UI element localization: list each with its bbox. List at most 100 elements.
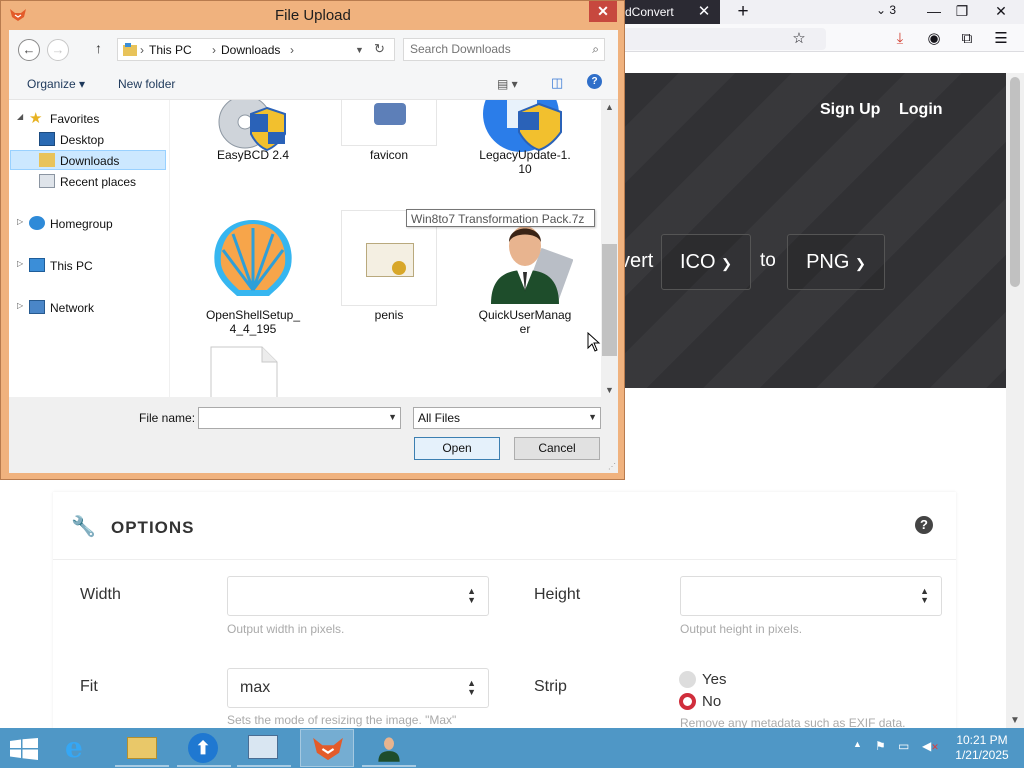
chevron-down-icon: ❯	[855, 256, 866, 271]
download-icon[interactable]: ⤓	[889, 28, 911, 50]
expand-closed-icon[interactable]: ▷	[17, 259, 23, 268]
view-options-icon[interactable]: ▤ ▾	[497, 77, 518, 91]
scroll-down-icon[interactable]: ▼	[601, 385, 618, 395]
file-item-legacyupdate[interactable]: LegacyUpdate-1. 10	[462, 100, 588, 176]
file-item-easybcd[interactable]: EasyBCD 2.4	[190, 100, 316, 176]
select-arrows-icon: ▲ ▼	[467, 678, 476, 697]
page-scrollbar-thumb[interactable]	[1010, 77, 1020, 287]
nav-homegroup[interactable]: ▷ Homegroup	[17, 214, 167, 234]
resize-grip-icon[interactable]: ⋰	[608, 462, 616, 471]
strip-no-radio[interactable]	[679, 693, 696, 710]
preview-pane-icon[interactable]: ◫	[551, 75, 563, 91]
file-name-area: File name: ▼ All Files ▼ Open Cancel ⋰	[9, 397, 618, 473]
back-arrow-icon[interactable]: ←	[18, 39, 40, 61]
windows-start-icon[interactable]	[10, 738, 38, 760]
dialog-title: File Upload	[275, 7, 351, 24]
tab-list-button[interactable]: ⌄ 3	[876, 3, 896, 17]
file-name: OpenShellSetup_ 4_4_195	[205, 308, 301, 336]
menu-icon[interactable]: ☰	[990, 28, 1012, 50]
firefox-app-icon	[10, 9, 26, 21]
file-item-openshell[interactable]: OpenShellSetup_ 4_4_195	[190, 212, 316, 342]
to-format-dropdown[interactable]: PNG ❯	[787, 234, 885, 290]
nav-recent[interactable]: Recent places	[37, 172, 167, 192]
taskbar-clock[interactable]: 10:21 PM 1/21/2025	[952, 733, 1012, 763]
dialog-close-button[interactable]: ✕	[589, 1, 617, 22]
nav-downloads[interactable]: Downloads	[10, 150, 166, 170]
nav-network[interactable]: ▷ Network	[17, 298, 167, 318]
file-name: EasyBCD 2.4	[216, 148, 290, 162]
bookmark-star-icon[interactable]: ☆	[788, 28, 810, 50]
taskbar-file-explorer[interactable]	[115, 729, 169, 767]
network-tray-icon[interactable]: ▭	[898, 739, 909, 753]
taskbar-app-updater[interactable]: ⬆	[177, 729, 231, 767]
action-center-flag-icon[interactable]: ⚑	[875, 739, 886, 753]
sign-up-link[interactable]: Sign Up	[820, 101, 880, 119]
height-input[interactable]: ▲ ▼	[680, 576, 942, 616]
new-tab-button[interactable]: +	[732, 1, 754, 23]
help-icon[interactable]: ?	[915, 516, 933, 534]
breadcrumb-downloads[interactable]: Downloads	[221, 43, 280, 57]
to-format-label: PNG	[806, 251, 850, 273]
forward-arrow-icon[interactable]: →	[47, 39, 69, 61]
openshell-icon	[214, 220, 292, 296]
nav-favorites[interactable]: ◢ ★ Favorites	[17, 109, 167, 129]
tray-overflow-icon[interactable]: ▲	[853, 739, 862, 749]
scroll-up-icon[interactable]: ▲	[601, 102, 618, 112]
expand-closed-icon[interactable]: ▷	[17, 301, 23, 310]
spinner-icon[interactable]: ▲ ▼	[920, 587, 929, 605]
extensions-icon[interactable]: ⧉	[956, 28, 978, 50]
up-arrow-icon[interactable]: ↑	[95, 40, 102, 56]
file-type-select[interactable]: All Files ▼	[413, 407, 601, 429]
expand-closed-icon[interactable]: ▷	[17, 217, 23, 226]
width-input[interactable]: ▲ ▼	[227, 576, 489, 616]
clock-date: 1/21/2025	[955, 748, 1009, 762]
file-item-blank[interactable]	[190, 346, 316, 397]
breadcrumb-this-pc[interactable]: This PC	[149, 43, 192, 57]
file-item-favicon[interactable]: favicon	[326, 100, 452, 176]
file-name-input[interactable]: ▼	[198, 407, 401, 429]
search-box[interactable]: ⌕	[403, 38, 605, 61]
spinner-icon[interactable]: ▲ ▼	[467, 587, 476, 605]
organize-button[interactable]: Organize ▾	[27, 77, 85, 91]
taskbar-user-manager[interactable]	[362, 729, 416, 767]
strip-yes-radio[interactable]	[679, 671, 696, 688]
address-bar[interactable]: › This PC › Downloads › ▼ ↻	[117, 38, 395, 61]
cancel-button[interactable]: Cancel	[514, 437, 600, 460]
file-list-scrollbar-thumb[interactable]	[602, 244, 617, 356]
tab-title: dConvert	[625, 5, 674, 19]
chevron-down-icon: ▼	[588, 412, 597, 422]
taskbar-control-panel[interactable]	[237, 729, 291, 767]
expand-open-icon[interactable]: ◢	[17, 112, 23, 121]
file-item-penis[interactable]: penis	[326, 210, 452, 342]
nav-favorites-label: Favorites	[50, 112, 100, 126]
new-folder-button[interactable]: New folder	[118, 77, 175, 91]
page-scrollbar[interactable]: ▼	[1006, 73, 1024, 728]
taskbar-internet-explorer[interactable]: e	[55, 729, 109, 767]
chevron-down-icon: ❯	[721, 256, 733, 271]
help-icon[interactable]: ?	[587, 74, 602, 89]
file-name: favicon	[369, 148, 409, 162]
open-button[interactable]: Open	[414, 437, 500, 460]
taskbar-firefox[interactable]	[300, 729, 354, 767]
tab-close-icon[interactable]: ✕	[694, 2, 714, 22]
login-link[interactable]: Login	[899, 101, 943, 119]
restore-button[interactable]: ❐	[946, 0, 978, 24]
homegroup-icon	[29, 216, 45, 230]
fit-select[interactable]: max ▲ ▼	[227, 668, 489, 708]
chevron-down-icon[interactable]: ▼	[388, 412, 397, 422]
search-input[interactable]	[410, 42, 580, 56]
from-format-dropdown[interactable]: ICO ❯	[661, 234, 751, 290]
file-name-label: File name:	[139, 411, 196, 425]
close-window-button[interactable]: ✕	[985, 0, 1017, 24]
nav-desktop[interactable]: Desktop	[37, 130, 167, 150]
refresh-icon[interactable]: ↻	[374, 41, 385, 57]
file-name: LegacyUpdate-1. 10	[479, 148, 571, 176]
account-icon[interactable]: ◉	[923, 28, 945, 50]
volume-muted-icon[interactable]: ◀✕	[922, 739, 939, 753]
file-list-scrollbar[interactable]: ▲ ▼	[601, 100, 618, 397]
address-dropdown-icon[interactable]: ▼	[355, 45, 364, 55]
width-help: Output width in pixels.	[227, 622, 345, 636]
file-item-quickusermanager[interactable]: QuickUserManag er	[462, 212, 588, 342]
nav-this-pc[interactable]: ▷ This PC	[17, 256, 167, 276]
scroll-down-icon[interactable]: ▼	[1006, 715, 1024, 726]
